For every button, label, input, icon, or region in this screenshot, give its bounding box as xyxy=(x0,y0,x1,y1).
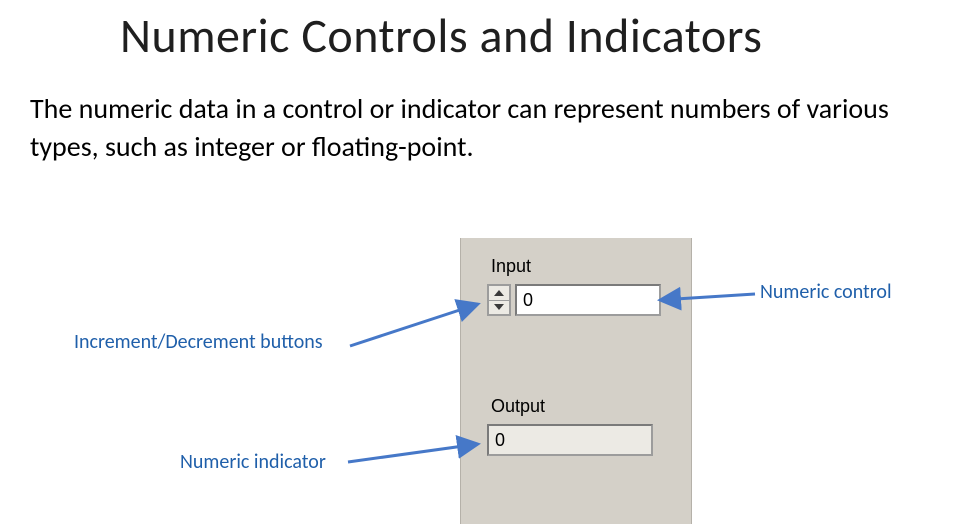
output-label: Output xyxy=(491,396,545,417)
callout-numeric-indicator: Numeric indicator xyxy=(180,450,326,474)
chevron-up-icon xyxy=(494,290,504,296)
callout-increment-decrement: Increment/Decrement buttons xyxy=(74,330,323,354)
chevron-down-icon xyxy=(494,304,504,310)
body-paragraph: The numeric data in a control or indicat… xyxy=(30,90,900,166)
increment-decrement-buttons[interactable] xyxy=(487,284,511,316)
numeric-indicator: 0 xyxy=(487,424,653,456)
front-panel: Input 0 Output 0 xyxy=(460,238,692,524)
numeric-control[interactable]: 0 xyxy=(487,284,661,316)
decrement-button[interactable] xyxy=(489,300,509,315)
numeric-control-field[interactable]: 0 xyxy=(515,284,661,316)
increment-button[interactable] xyxy=(489,286,509,300)
callout-numeric-control: Numeric control xyxy=(760,280,892,304)
input-label: Input xyxy=(491,256,531,277)
page-title: Numeric Controls and Indicators xyxy=(120,6,762,65)
numeric-indicator-field: 0 xyxy=(487,424,653,456)
